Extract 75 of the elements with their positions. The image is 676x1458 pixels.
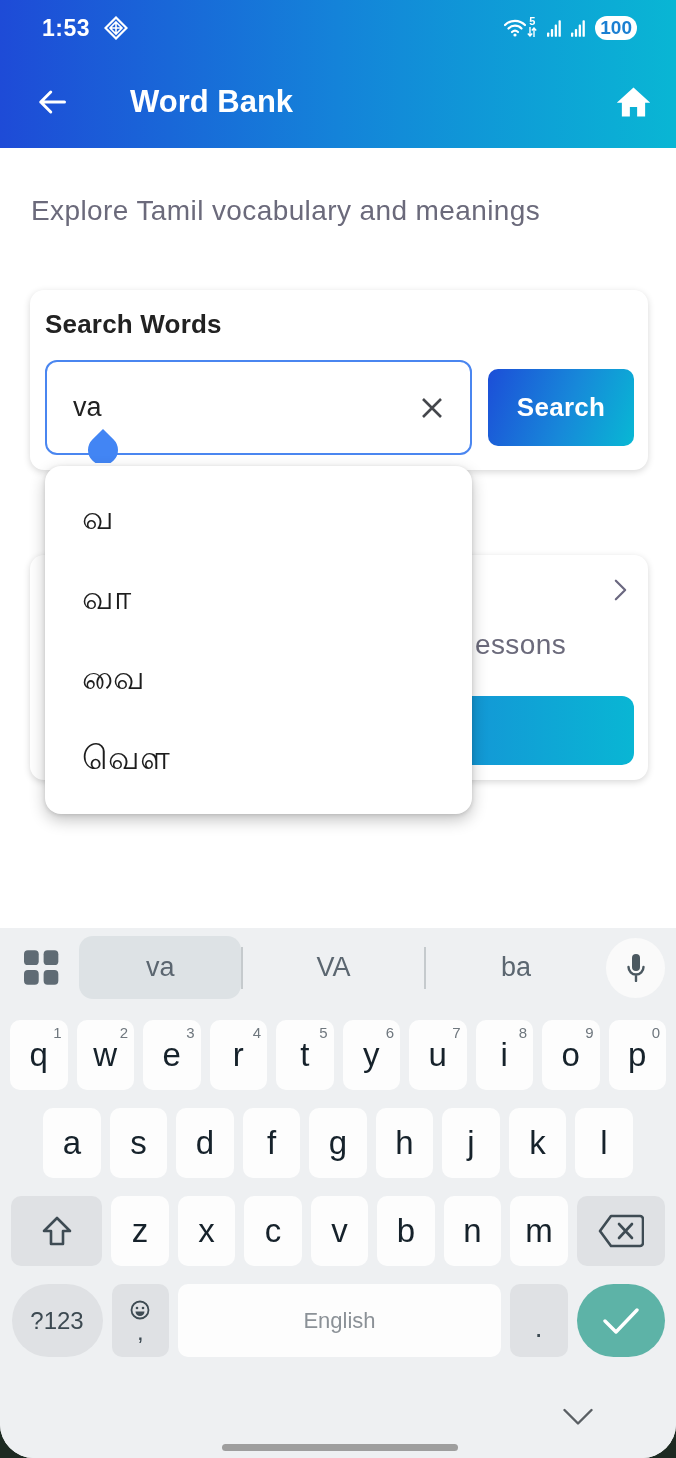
keyboard-key[interactable]: v <box>310 1196 369 1266</box>
key-hint: 8 <box>518 1024 527 1041</box>
key-hint: 9 <box>585 1024 594 1041</box>
symbols-key[interactable]: ?123 <box>11 1284 103 1357</box>
diamond-icon <box>104 16 129 40</box>
key-hint: 2 <box>119 1024 128 1041</box>
status-time: 1:53 <box>42 14 91 42</box>
keyboard-key[interactable]: k <box>508 1108 567 1178</box>
keyboard-suggestion[interactable]: VA <box>243 936 424 999</box>
lesson-description: essons <box>475 630 567 660</box>
close-icon[interactable] <box>420 395 444 420</box>
keyboard-key[interactable]: m <box>510 1196 568 1266</box>
keyboard-key[interactable]: z <box>111 1196 169 1266</box>
cursor-handle[interactable] <box>85 429 121 463</box>
back-icon[interactable] <box>37 87 67 117</box>
check-icon <box>602 1306 639 1335</box>
keyboard-key[interactable]: p 0 <box>608 1020 666 1090</box>
emoji-comma-key[interactable]: , <box>111 1284 169 1357</box>
keyboard-key[interactable]: e 3 <box>143 1020 201 1090</box>
signal-icon <box>547 19 562 37</box>
keyboard-key[interactable]: n <box>443 1196 502 1266</box>
keyboard-key[interactable]: y 6 <box>342 1020 400 1090</box>
keyboard-key[interactable]: x <box>177 1196 236 1266</box>
keyboard-key[interactable]: d <box>176 1108 234 1178</box>
card-title: Search Words <box>45 309 223 339</box>
chevron-down-icon[interactable] <box>563 1408 593 1426</box>
search-button[interactable]: Search <box>488 369 634 446</box>
keyboard-key[interactable]: i 8 <box>475 1020 533 1090</box>
microphone-icon <box>626 953 645 982</box>
signal-icon <box>571 19 586 37</box>
keyboard-key[interactable]: w 2 <box>76 1020 134 1090</box>
wifi-icon <box>504 19 527 37</box>
key-hint: 6 <box>385 1024 394 1041</box>
keyboard-key[interactable]: c <box>244 1196 302 1266</box>
keyboard-key[interactable]: a <box>43 1108 101 1178</box>
keyboard-suggestion[interactable]: va <box>79 936 242 999</box>
chevron-right-icon[interactable] <box>614 578 627 602</box>
keyboard-key[interactable]: j <box>442 1108 500 1178</box>
keyboard-key[interactable]: r 4 <box>209 1020 267 1090</box>
keyboard-suggestion[interactable]: ba <box>425 936 607 999</box>
keyboard-key[interactable]: g <box>309 1108 367 1178</box>
keyboard-key[interactable]: f <box>242 1108 301 1178</box>
battery-level: 100 <box>595 16 637 40</box>
page-subtitle: Explore Tamil vocabulary and meanings <box>31 196 542 226</box>
keyboard-key[interactable]: t 5 <box>276 1020 334 1090</box>
keyboard-key[interactable]: u 7 <box>409 1020 467 1090</box>
key-hint: 0 <box>651 1024 660 1041</box>
suggestion-item[interactable]: வை <box>45 640 472 720</box>
shift-key[interactable] <box>11 1196 103 1266</box>
suggestion-item[interactable]: வா <box>45 560 472 640</box>
keyboard-key[interactable]: q 1 <box>10 1020 68 1090</box>
keyboard-key[interactable]: b <box>377 1196 435 1266</box>
navigation-handle[interactable] <box>222 1444 458 1451</box>
keyboard-key[interactable]: h <box>375 1108 434 1178</box>
wifi-standard-label: 5 <box>529 15 536 27</box>
period-key[interactable]: . <box>510 1284 568 1357</box>
keyboard-key[interactable]: s <box>109 1108 168 1178</box>
smiley-icon <box>130 1299 151 1320</box>
home-icon[interactable] <box>616 86 651 118</box>
keyboard-key[interactable]: o 9 <box>542 1020 600 1090</box>
apps-grid-icon[interactable] <box>24 949 60 986</box>
key-hint: 7 <box>452 1024 461 1041</box>
search-field[interactable]: va <box>45 360 472 455</box>
suggestion-item[interactable]: வெள <box>45 720 472 800</box>
keyboard-key[interactable]: l <box>575 1108 633 1178</box>
key-hint: 5 <box>319 1024 328 1041</box>
page-title: Word Bank <box>130 84 294 120</box>
key-hint: 3 <box>186 1024 195 1041</box>
backspace-icon <box>597 1214 644 1248</box>
shift-icon <box>41 1216 72 1246</box>
suggestion-item[interactable]: வ <box>45 480 472 560</box>
key-hint: 1 <box>53 1024 62 1041</box>
up-down-arrows-icon <box>527 26 538 37</box>
backspace-key[interactable] <box>576 1196 665 1266</box>
key-hint: 4 <box>252 1024 261 1041</box>
